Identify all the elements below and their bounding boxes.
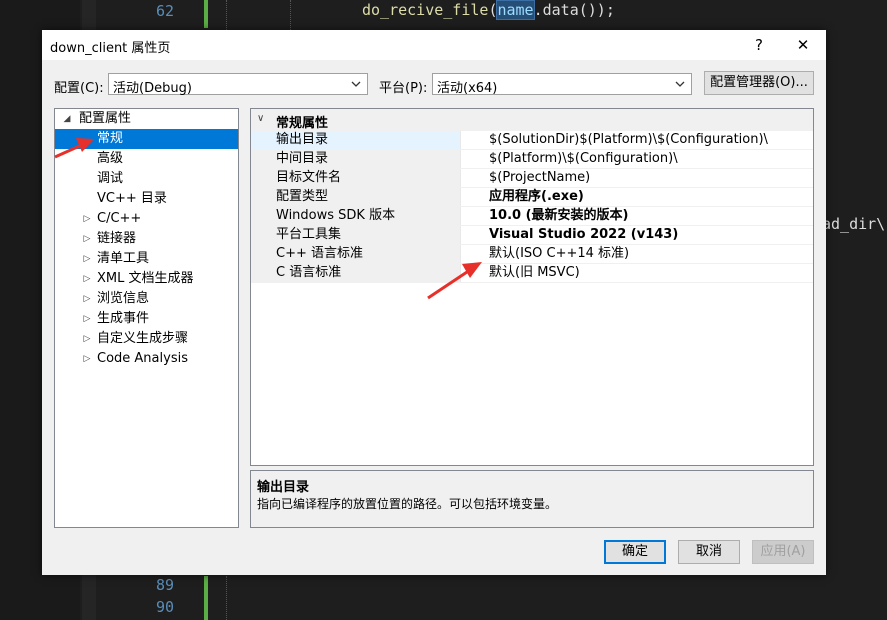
property-name: C 语言标准 <box>251 264 461 282</box>
grid-row-config-type[interactable]: 配置类型 应用程序(.exe) <box>251 188 813 207</box>
grid-section-header[interactable]: ∨ 常规属性 <box>251 109 813 131</box>
description-panel: 输出目录 指向已编译程序的放置位置的路径。可以包括环境变量。 <box>250 470 814 528</box>
indent-guide <box>226 576 227 620</box>
property-pages-dialog: down_client 属性页 ? ✕ 配置(C): 活动(Debug) 平台(… <box>42 30 826 575</box>
code-fragment: ad_dir\ <box>822 215 886 233</box>
description-text: 指向已编译程序的放置位置的路径。可以包括环境变量。 <box>257 497 558 511</box>
tree-item-debugging[interactable]: 调试 <box>55 169 238 189</box>
line-number: 90 <box>155 598 174 616</box>
tree-item-label: Code Analysis <box>97 351 188 366</box>
apply-button[interactable]: 应用(A) <box>752 540 814 564</box>
code-rest: .data()); <box>533 1 615 19</box>
tree-item-advanced[interactable]: 高级 <box>55 149 238 169</box>
grid-row-intermediate-dir[interactable]: 中间目录 $(Platform)\$(Configuration)\ <box>251 150 813 169</box>
config-label: 配置(C): <box>54 81 104 96</box>
tree-item-label: 自定义生成步骤 <box>97 331 189 346</box>
collapsed-icon: ▷ <box>83 354 91 364</box>
collapsed-icon: ▷ <box>83 334 91 344</box>
tree-item-label: C/C++ <box>97 211 142 226</box>
tree-root[interactable]: ◢ 配置属性 <box>55 109 238 129</box>
tree-item-xml-doc[interactable]: ▷ XML 文档生成器 <box>55 269 238 289</box>
function-name: do_recive_file <box>362 1 489 19</box>
platform-value: 活动(x64) <box>437 81 498 96</box>
grid-row-output-dir[interactable]: 输出目录 $(SolutionDir)$(Platform)\$(Configu… <box>251 131 813 150</box>
property-value[interactable]: 默认(ISO C++14 标准) <box>489 245 629 263</box>
property-value[interactable]: $(ProjectName) <box>489 169 590 187</box>
tree-item-label: VC++ 目录 <box>97 191 167 206</box>
tree-item-vc-directories[interactable]: VC++ 目录 <box>55 189 238 209</box>
chevron-down-icon: ∨ <box>257 113 265 124</box>
tree-item-label: 清单工具 <box>97 251 150 266</box>
change-marker <box>204 0 208 28</box>
grid-row-platform-toolset[interactable]: 平台工具集 Visual Studio 2022 (v143) <box>251 226 813 245</box>
property-tree: ◢ 配置属性 常规 高级 调试 VC++ 目录 ▷ C/C++ ▷ 链接器 ▷ … <box>54 108 239 528</box>
change-marker <box>204 576 208 620</box>
property-name: Windows SDK 版本 <box>251 207 461 225</box>
config-manager-button[interactable]: 配置管理器(O)... <box>704 71 814 95</box>
tree-item-custom-build[interactable]: ▷ 自定义生成步骤 <box>55 329 238 349</box>
cancel-button[interactable]: 取消 <box>678 540 740 564</box>
tree-root-label: 配置属性 <box>79 111 132 126</box>
tree-item-general[interactable]: 常规 <box>55 129 238 149</box>
tree-item-manifest-tool[interactable]: ▷ 清单工具 <box>55 249 238 269</box>
platform-label: 平台(P): <box>379 81 428 96</box>
indent-guide <box>290 0 291 30</box>
expanded-icon: ◢ <box>63 114 71 124</box>
property-value[interactable]: $(SolutionDir)$(Platform)\$(Configuratio… <box>489 131 768 149</box>
tree-item-label: 生成事件 <box>97 311 150 326</box>
tree-item-code-analysis[interactable]: ▷ Code Analysis <box>55 349 238 369</box>
line-number: 62 <box>155 2 174 20</box>
property-value[interactable]: $(Platform)\$(Configuration)\ <box>489 150 678 168</box>
chevron-down-icon <box>675 81 685 87</box>
collapsed-icon: ▷ <box>83 314 91 324</box>
property-name: C++ 语言标准 <box>251 245 461 263</box>
property-name: 中间目录 <box>251 150 461 168</box>
dialog-titlebar: down_client 属性页 ? ✕ <box>42 30 826 60</box>
property-name: 输出目录 <box>251 131 461 149</box>
code-line[interactable]: do_recive_file(name.data()); <box>362 0 615 20</box>
grid-row-target-name[interactable]: 目标文件名 $(ProjectName) <box>251 169 813 188</box>
collapsed-icon: ▷ <box>83 234 91 244</box>
grid-row-cpp-standard[interactable]: C++ 语言标准 默认(ISO C++14 标准) <box>251 245 813 264</box>
property-value[interactable]: 应用程序(.exe) <box>489 188 584 206</box>
collapsed-icon: ▷ <box>83 294 91 304</box>
tree-item-label: 链接器 <box>97 231 137 246</box>
tree-item-label: 调试 <box>97 171 124 186</box>
property-value[interactable]: Visual Studio 2022 (v143) <box>489 226 678 244</box>
property-grid: ∨ 常规属性 输出目录 $(SolutionDir)$(Platform)\$(… <box>250 108 814 466</box>
description-title: 输出目录 <box>257 480 310 495</box>
grid-section-title: 常规属性 <box>276 116 329 131</box>
tree-item-browse-info[interactable]: ▷ 浏览信息 <box>55 289 238 309</box>
property-value[interactable]: 默认(旧 MSVC) <box>489 264 580 282</box>
tree-item-label: 常规 <box>97 131 124 146</box>
property-name: 目标文件名 <box>251 169 461 187</box>
tree-item-label: XML 文档生成器 <box>97 271 194 286</box>
config-dropdown[interactable]: 活动(Debug) <box>108 73 368 96</box>
close-button[interactable]: ✕ <box>790 33 816 57</box>
grid-row-c-standard[interactable]: C 语言标准 默认(旧 MSVC) <box>251 264 813 283</box>
collapsed-icon: ▷ <box>83 254 91 264</box>
platform-dropdown[interactable]: 活动(x64) <box>432 73 692 96</box>
tree-item-linker[interactable]: ▷ 链接器 <box>55 229 238 249</box>
tree-item-label: 高级 <box>97 151 124 166</box>
indent-guide <box>226 0 227 30</box>
collapsed-icon: ▷ <box>83 214 91 224</box>
property-name: 配置类型 <box>251 188 461 206</box>
property-name: 平台工具集 <box>251 226 461 244</box>
line-number: 89 <box>155 576 174 594</box>
tree-item-build-events[interactable]: ▷ 生成事件 <box>55 309 238 329</box>
property-value[interactable]: 10.0 (最新安装的版本) <box>489 207 628 225</box>
ok-button[interactable]: 确定 <box>604 540 666 564</box>
tree-item-c-cpp[interactable]: ▷ C/C++ <box>55 209 238 229</box>
help-button[interactable]: ? <box>746 33 772 57</box>
collapsed-icon: ▷ <box>83 274 91 284</box>
chevron-down-icon <box>351 81 361 87</box>
highlighted-identifier: name <box>496 0 535 20</box>
config-value: 活动(Debug) <box>113 81 192 96</box>
tree-item-label: 浏览信息 <box>97 291 150 306</box>
dialog-title: down_client 属性页 <box>50 41 171 56</box>
grid-row-sdk-version[interactable]: Windows SDK 版本 10.0 (最新安装的版本) <box>251 207 813 226</box>
